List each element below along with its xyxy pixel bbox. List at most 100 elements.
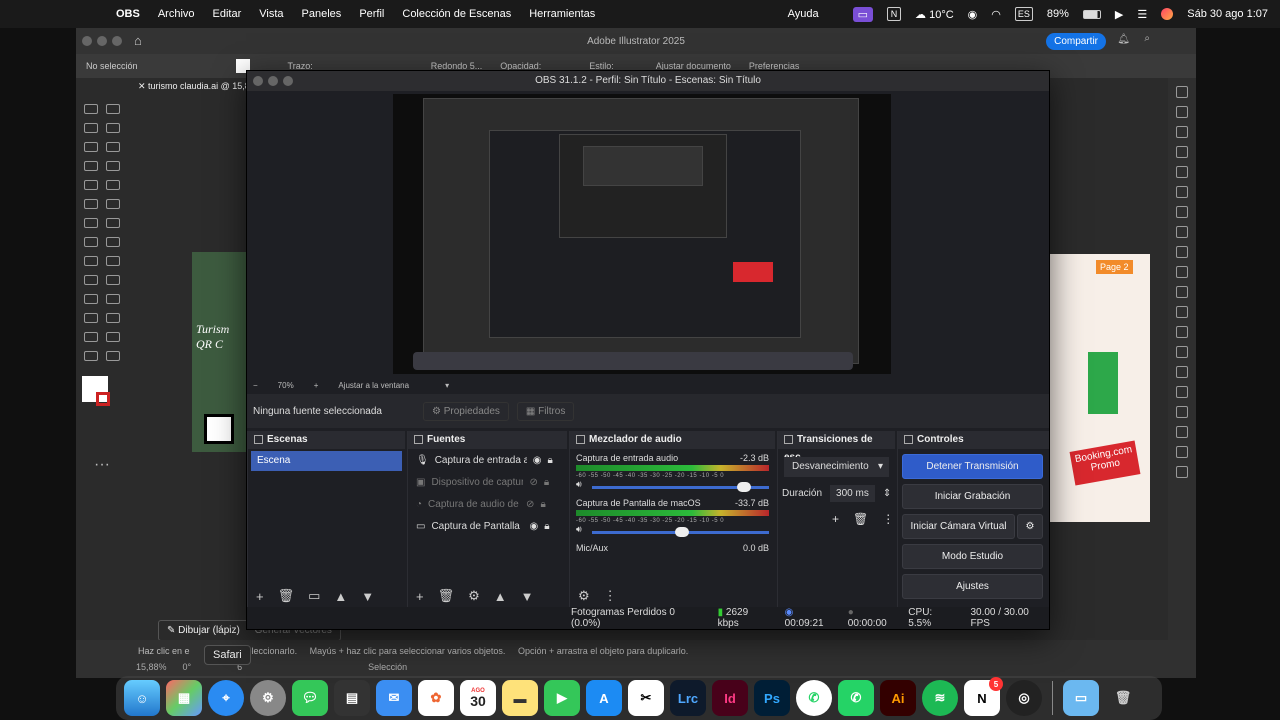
lock-icon[interactable]: 🔒︎ — [540, 499, 545, 510]
more-icon[interactable]: ⋮ — [882, 512, 894, 526]
add-icon[interactable]: + — [832, 512, 839, 526]
fit-window[interactable]: Ajustar a la ventana — [338, 381, 409, 390]
add-icon[interactable]: + — [256, 589, 264, 604]
panel-icon-9[interactable] — [1176, 246, 1188, 258]
volume-slider[interactable] — [591, 527, 769, 537]
focus-icon[interactable]: ◉ — [968, 8, 978, 21]
start-recording-button[interactable]: Iniciar Grabación — [902, 484, 1043, 509]
now-playing-icon[interactable]: ▶ — [1115, 8, 1123, 21]
eye-icon[interactable]: ◉ — [529, 521, 538, 532]
panel-icon-5[interactable] — [1176, 166, 1188, 178]
virtual-camera-settings-button[interactable]: ⚙ — [1017, 514, 1043, 539]
symbol-sprayer-icon[interactable] — [84, 313, 98, 323]
eye-off-icon[interactable]: ⊘ — [529, 477, 537, 488]
eyedropper-icon[interactable] — [84, 294, 98, 304]
bell-icon[interactable]: 🔔︎ — [1117, 34, 1130, 45]
trash-icon[interactable]: 🗑︎ — [1105, 680, 1141, 716]
eye-icon[interactable]: ◉ — [533, 455, 542, 466]
preview-zoom[interactable]: 70% — [278, 381, 294, 390]
zoom-window-button[interactable] — [283, 76, 293, 86]
zoom-out-icon[interactable]: − — [253, 381, 258, 390]
panel-icon-3[interactable] — [1176, 126, 1188, 138]
notion-menu-icon[interactable]: N — [887, 7, 902, 21]
more-tools-icon[interactable]: ··· — [94, 456, 124, 474]
panel-icon-8[interactable] — [1176, 226, 1188, 238]
messages-icon[interactable]: 💬︎ — [292, 680, 328, 716]
zoom-level[interactable]: 15,88% — [136, 662, 167, 672]
transition-select[interactable]: Desvanecimiento ▾ — [784, 457, 889, 477]
system-settings-icon[interactable]: ⚙ — [250, 680, 286, 716]
menu-archivo[interactable]: Archivo — [158, 8, 195, 20]
properties-button[interactable]: ⚙ Propiedades — [423, 401, 509, 421]
panel-icon-14[interactable] — [1176, 346, 1188, 358]
calculator-icon[interactable]: ▤ — [334, 680, 370, 716]
panel-icon-2[interactable] — [1176, 106, 1188, 118]
rotate-tool-icon[interactable] — [84, 218, 98, 228]
shape-builder-icon[interactable] — [84, 256, 98, 266]
trash-icon[interactable]: 🗑︎ — [853, 512, 868, 526]
magic-wand-icon[interactable] — [84, 123, 98, 133]
scale-tool-icon[interactable] — [106, 218, 120, 228]
panel-icon-10[interactable] — [1176, 266, 1188, 278]
panel-icon-16[interactable] — [1176, 386, 1188, 398]
line-tool-icon[interactable] — [106, 161, 120, 171]
scene-item[interactable]: Escena — [251, 451, 402, 471]
obs-preview-canvas[interactable] — [393, 94, 891, 374]
pen-tool-icon[interactable] — [84, 142, 98, 152]
menu-ayuda[interactable]: Ayuda — [788, 8, 819, 20]
trash-icon[interactable]: 🗑︎ — [278, 588, 295, 604]
stepper-icon[interactable]: ⇕ — [883, 488, 891, 499]
filter-icon[interactable]: ▭ — [308, 588, 320, 604]
panel-icon-20[interactable] — [1176, 466, 1188, 478]
whatsapp-business-icon[interactable]: ✆ — [838, 680, 874, 716]
free-transform-icon[interactable] — [106, 237, 120, 247]
blend-tool-icon[interactable] — [106, 294, 120, 304]
gear-icon[interactable]: ⚙ — [468, 588, 480, 604]
battery-icon[interactable] — [1082, 9, 1101, 19]
shaper-tool-icon[interactable] — [84, 199, 98, 209]
brush-tool-icon[interactable] — [106, 180, 120, 190]
input-language[interactable]: ES — [1014, 7, 1033, 21]
source-item[interactable]: 🎙︎ Captura de entrada au ◉ 🔒︎ — [408, 449, 567, 471]
chevron-down-icon[interactable]: ▾ — [445, 381, 449, 390]
perspective-icon[interactable] — [106, 256, 120, 266]
minimize-window-button[interactable] — [268, 76, 278, 86]
artboard-tool-icon[interactable] — [106, 313, 120, 323]
start-virtual-camera-button[interactable]: Iniciar Cámara Virtual — [902, 514, 1015, 539]
panel-icon-17[interactable] — [1176, 406, 1188, 418]
trash-icon[interactable]: 🗑︎ — [438, 588, 455, 604]
illustrator-icon[interactable]: Ai — [880, 680, 916, 716]
indesign-icon[interactable]: Id — [712, 680, 748, 716]
stroke-color-box[interactable] — [96, 392, 110, 406]
obs-icon[interactable]: ◎ — [1006, 680, 1042, 716]
notion-icon[interactable]: N5 — [964, 677, 1003, 716]
rotation-angle[interactable]: 0° — [183, 662, 192, 672]
menu-app-name[interactable]: OBS — [116, 8, 140, 20]
mail-icon[interactable]: ✉ — [376, 680, 412, 716]
more-icon[interactable]: ⋮ — [604, 588, 617, 604]
type-tool-icon[interactable] — [84, 161, 98, 171]
source-item[interactable]: ▣ Dispositivo de captura ⊘ 🔒︎ — [408, 471, 567, 493]
panel-icon-15[interactable] — [1176, 366, 1188, 378]
graph-tool-icon[interactable] — [84, 332, 98, 342]
search-icon[interactable]: ⌕ — [1144, 33, 1150, 44]
panel-icon-4[interactable] — [1176, 146, 1188, 158]
facetime-icon[interactable]: ▶ — [544, 680, 580, 716]
slider-knob[interactable] — [675, 527, 690, 537]
lightroom-icon[interactable]: Lrc — [670, 680, 706, 716]
chevron-down-icon[interactable]: ▼ — [521, 589, 534, 604]
panel-icon-11[interactable] — [1176, 286, 1188, 298]
screen-record-icon[interactable]: ▭ — [852, 6, 874, 22]
curvature-tool-icon[interactable] — [106, 142, 120, 152]
slider-knob[interactable] — [737, 482, 752, 492]
document-tab[interactable]: ✕ turismo claudia.ai @ 15,8 — [138, 81, 250, 92]
source-item[interactable]: ▭ Captura de Pantalla de ◉ 🔒︎ — [408, 515, 567, 537]
speaker-icon[interactable]: 🔊︎ — [576, 524, 582, 535]
width-tool-icon[interactable] — [84, 237, 98, 247]
gears-icon[interactable]: ⚙ — [578, 588, 590, 604]
share-button[interactable]: Compartir — [1046, 33, 1106, 50]
chevron-up-icon[interactable]: ▲ — [494, 589, 507, 604]
safari-icon[interactable]: ⌖ — [208, 680, 244, 716]
clock[interactable]: Sáb 30 ago 1:07 — [1187, 8, 1268, 20]
panel-icon-6[interactable] — [1176, 186, 1188, 198]
